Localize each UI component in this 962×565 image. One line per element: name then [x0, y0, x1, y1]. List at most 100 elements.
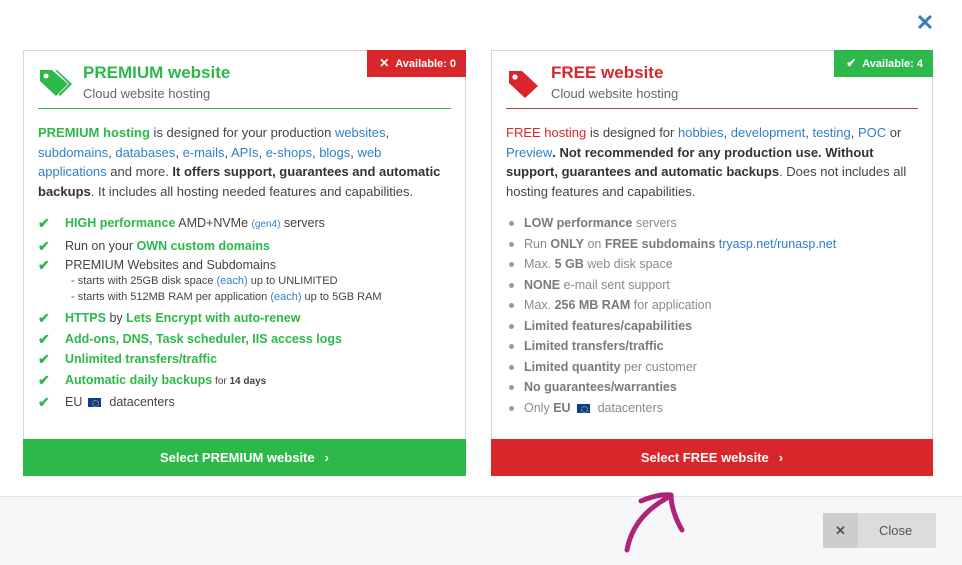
free-card-title: FREE website [551, 63, 664, 82]
list-item: Max. 5 GB web disk space [506, 254, 918, 275]
close-icon[interactable]: ✕ [914, 12, 936, 34]
list-item: ✔ EU datacenters [38, 392, 451, 413]
list-item: Limited quantity per customer [506, 357, 918, 378]
feature-note: (gen4) [251, 219, 281, 230]
feature-text: for application [630, 298, 712, 312]
list-item: No guarantees/warranties [506, 377, 918, 398]
list-item: ✔ HTTPS by Lets Encrypt with auto-renew [38, 308, 451, 329]
free-card-subtitle: Cloud website hosting [551, 86, 679, 101]
list-item: ✔ Unlimited transfers/traffic [38, 349, 451, 370]
feature-highlight: Add-ons, DNS, Task scheduler, IIS access… [65, 331, 342, 346]
feature-text: AMD+NVMe [175, 216, 252, 230]
hosting-selection-dialog: ✕ ✕ Available: 0 PREMIUM website Cloud we… [0, 0, 962, 565]
eu-flag-icon [576, 403, 590, 413]
feature-bold: Limited transfers/traffic [524, 339, 664, 353]
link-databases[interactable]: databases [115, 145, 175, 160]
link-each[interactable]: (each) [217, 275, 248, 287]
feature-highlight: Automatic daily backups [65, 372, 213, 387]
link-apis[interactable]: APIs [231, 145, 258, 160]
feature-text: for [212, 375, 230, 387]
list-item: Run ONLY on FREE subdomains tryasp.net/r… [506, 234, 918, 255]
link-emails[interactable]: e-mails [183, 145, 225, 160]
feature-highlight: OWN custom domains [136, 238, 270, 253]
premium-card: ✕ Available: 0 PREMIUM website Cloud webs… [23, 50, 466, 476]
header-divider [38, 108, 451, 109]
list-item: LOW performance servers [506, 213, 918, 234]
select-free-button[interactable]: Select FREE website › [491, 439, 933, 476]
free-feature-list: LOW performance servers Run ONLY on FREE… [506, 213, 918, 418]
link-hobbies[interactable]: hobbies [678, 125, 724, 140]
select-premium-button[interactable]: Select PREMIUM website › [23, 439, 466, 476]
feature-text: Max. [524, 298, 555, 312]
link-subdomains[interactable]: subdomains [38, 145, 108, 160]
tags-icon [40, 70, 72, 96]
premium-description: PREMIUM hosting is designed for your pro… [38, 125, 441, 199]
premium-card-title: PREMIUM website [83, 63, 231, 82]
feature-text: per customer [620, 359, 697, 374]
premium-feature-list: ✔ HIGH performance AMD+NVMe (gen4) server… [38, 213, 451, 413]
desc-text: or [886, 125, 902, 140]
check-icon: ✔ [38, 257, 50, 273]
check-icon: ✔ [38, 394, 50, 410]
tag-icon [509, 71, 538, 98]
feature-text: 14 days [229, 375, 267, 387]
feature-text: servers [632, 216, 677, 230]
list-item: ✔ PREMIUM Websites and Subdomains - start… [38, 256, 451, 308]
link-testing[interactable]: testing [812, 125, 850, 140]
desc-text: and more. [106, 164, 173, 180]
free-card: ✔ Available: 4 FREE website Cloud website… [491, 50, 933, 476]
button-label: Select PREMIUM website [160, 450, 315, 465]
feature-text: e-mail sent support [560, 277, 670, 292]
desc-text: is designed for [586, 125, 678, 140]
link-blogs[interactable]: blogs [319, 145, 350, 160]
check-icon: ✔ [38, 330, 50, 347]
feature-bold: FREE subdomains [604, 236, 716, 251]
feature-text: Max. [524, 257, 555, 271]
feature-sub-text: - starts with 512MB RAM per application [71, 290, 271, 303]
desc-text: is designed for your production [149, 125, 335, 140]
feature-text: datacenters [109, 395, 175, 409]
feature-bold: No guarantees/warranties [524, 380, 677, 394]
feature-bold: Limited features/capabilities [524, 318, 693, 333]
feature-bold: 256 MB RAM [554, 298, 631, 312]
feature-text: on [583, 236, 605, 251]
premium-card-header: PREMIUM website Cloud website hosting [38, 63, 451, 109]
chevron-right-icon: › [324, 450, 329, 465]
button-label: Select FREE website [640, 450, 769, 465]
link-eshops[interactable]: e-shops [266, 145, 312, 160]
feature-bold: LOW performance [524, 216, 633, 230]
list-item: ✔ Run on your OWN custom domains [38, 236, 451, 257]
desc-lead: PREMIUM hosting [38, 125, 150, 140]
close-button[interactable]: ✕ Close [823, 513, 936, 548]
list-item: Limited features/capabilities [506, 316, 918, 337]
feature-link: tryasp.net/runasp.net [715, 236, 837, 251]
feature-text: servers [280, 216, 325, 230]
link-websites[interactable]: websites [335, 125, 386, 140]
check-icon: ✔ [38, 237, 50, 254]
list-item: Limited transfers/traffic [506, 336, 918, 357]
list-item: NONE e-mail sent support [506, 275, 918, 296]
list-item: ✔ Automatic daily backups for 14 days [38, 370, 451, 393]
check-icon: ✔ [38, 351, 50, 367]
feature-text: Run [524, 236, 551, 251]
link-each[interactable]: (each) [270, 291, 301, 303]
close-icon: ✕ [823, 513, 858, 548]
link-poc[interactable]: POC [858, 125, 886, 140]
list-item: Max. 256 MB RAM for application [506, 295, 918, 316]
feature-highlight: HIGH performance [65, 216, 176, 230]
feature-bold: NONE [524, 277, 561, 292]
feature-bold: 5 GB [554, 257, 584, 271]
list-item: ✔ HIGH performance AMD+NVMe (gen4) server… [38, 213, 451, 236]
desc-text: . It includes all hosting needed feature… [90, 183, 414, 199]
annotation-arrow-icon [624, 492, 685, 553]
feature-text: EU [65, 395, 83, 409]
feature-text: web disk space [583, 257, 673, 271]
feature-sub-text: up to 5GB RAM [301, 290, 382, 303]
check-icon: ✔ [38, 215, 50, 231]
feature-text: PREMIUM Websites and Subdomains [65, 258, 276, 272]
link-preview[interactable]: Preview [506, 145, 552, 160]
feature-sub-text: up to UNLIMITED [247, 275, 338, 287]
close-button-label: Close [879, 523, 913, 538]
link-development[interactable]: development [731, 125, 805, 140]
feature-text: by [105, 311, 127, 325]
